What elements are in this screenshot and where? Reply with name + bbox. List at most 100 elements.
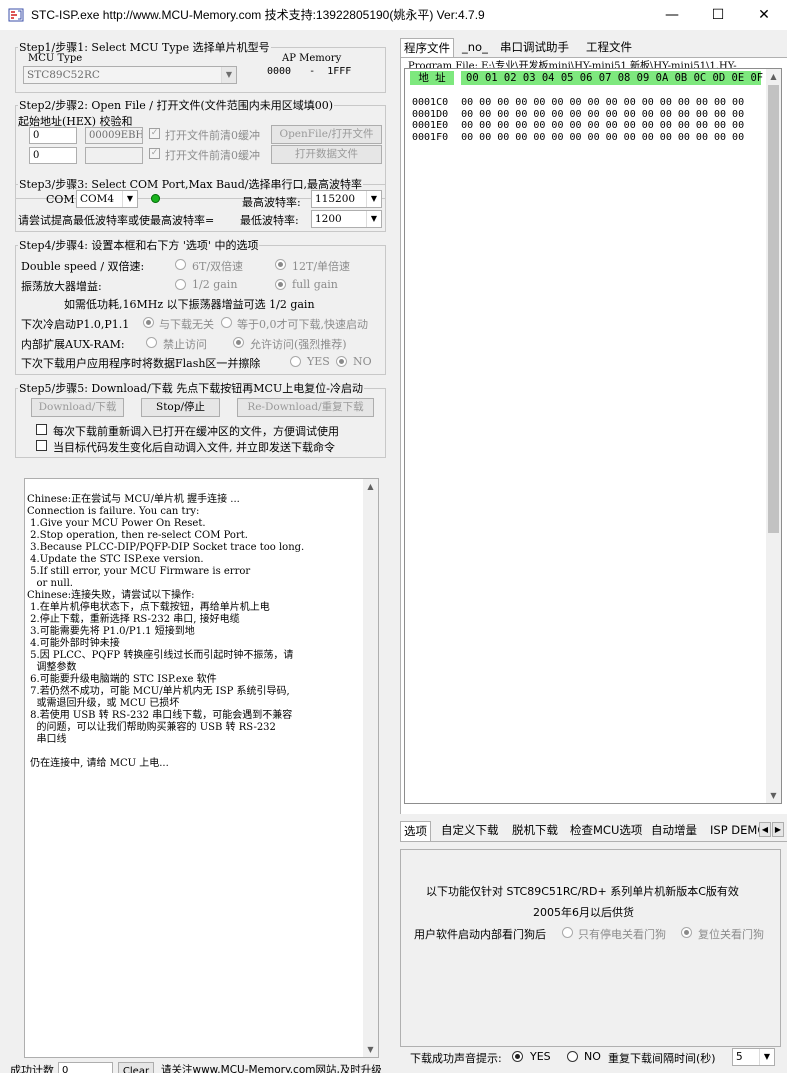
tab-check-mcu-options[interactable]: 检查MCU选项 (567, 821, 645, 841)
reload-before-download-label: 每次下载前重新调入已打开在缓冲区的文件，方便调试使用 (53, 425, 339, 438)
watchdog-label: 用户软件启动内部看门狗后 (414, 928, 546, 941)
chevron-down-icon: ▼ (221, 67, 236, 83)
radio-no-relation[interactable] (143, 317, 154, 328)
radio-reset-watchdog[interactable] (681, 927, 692, 938)
radio-disable-access[interactable] (146, 337, 157, 348)
log-line: 1.在单片机停电状态下，点下载按钮，再给单片机上电 (27, 602, 270, 613)
tab-isp-demo[interactable]: ISP DEMO (707, 821, 759, 841)
start-address-input-2[interactable]: 0 (29, 147, 77, 164)
log-scrollbar[interactable]: ▲ ▼ (363, 479, 378, 1057)
redownload-button[interactable]: Re-Download/重复下载 (237, 398, 374, 417)
radio-sound-no[interactable] (567, 1051, 578, 1062)
interval-select[interactable]: 5 ▼ (732, 1048, 775, 1066)
scrollbar-thumb[interactable] (768, 85, 779, 533)
log-line: 仍在连接中, 请给 MCU 上电... (27, 758, 169, 769)
maximize-icon: ☐ (711, 7, 725, 23)
opt-erase-no-label: NO (353, 355, 372, 368)
opt-6t-label: 6T/双倍速 (192, 260, 244, 273)
minimize-button[interactable]: — (649, 0, 695, 30)
tab-program-file[interactable]: 程序文件 (400, 38, 454, 58)
checksum-field-1: 00009EBH (85, 127, 143, 144)
tab-scroll-left-icon[interactable]: ◀ (759, 822, 771, 837)
open-data-file-button[interactable]: 打开数据文件 (271, 145, 382, 164)
log-line: Chinese:正在尝试与 MCU/单片机 握手连接 ... (27, 494, 240, 505)
hex-row-address: 0001C0 (412, 97, 449, 108)
log-line: 7.若仍然不成功，可能 MCU/单片机内无 ISP 系统引导码, (27, 686, 290, 697)
opt-full-gain-label: full gain (292, 278, 338, 291)
options-panel: 以下功能仅针对 STC89C51RC/RD+ 系列单片机新版本C版有效 2005… (400, 849, 781, 1047)
double-speed-label: Double speed / 双倍速: (21, 260, 145, 273)
hex-scrollbar[interactable]: ▲ ▼ (766, 69, 781, 803)
tab-project-file[interactable]: 工程文件 (583, 38, 635, 58)
radio-erase-no[interactable] (336, 356, 347, 367)
log-line: Connection is failure. You can try: (27, 506, 200, 517)
radio-allow-access[interactable] (233, 337, 244, 348)
clear-count-button[interactable]: Clear (118, 1062, 154, 1073)
opt-power-off-label: 只有停电关看门狗 (578, 928, 666, 941)
tab-scroll-right-icon[interactable]: ▶ (772, 822, 784, 837)
interval-value: 5 (736, 1051, 743, 1063)
radio-full-gain[interactable] (275, 279, 286, 290)
min-baud-select[interactable]: 1200 ▼ (311, 210, 382, 228)
mcu-type-select[interactable]: STC89C52RC ▼ (23, 66, 237, 84)
open-file-button[interactable]: OpenFile/打开文件 (271, 125, 382, 144)
com-port-value: COM4 (80, 193, 115, 205)
clear-buffer-label-2: 打开文件前清0缓冲 (165, 149, 260, 162)
log-line: 的问题，可以让我们帮助购买兼容的 USB 转 RS-232 (27, 722, 276, 733)
log-line: 8.若使用 USB 转 RS-232 串口线下载，可能会遇到不兼容 (27, 710, 293, 721)
max-baud-select[interactable]: 115200 ▼ (311, 190, 382, 208)
ap-memory-label: AP Memory (282, 53, 342, 64)
opt-erase-yes-label: YES (307, 355, 330, 368)
radio-sound-yes[interactable] (512, 1051, 523, 1062)
close-button[interactable]: ✕ (741, 0, 787, 30)
step5-legend: Step5/步骤5: Download/下载 先点下载按钮再MCU上电复位-冷启… (19, 382, 363, 395)
tab-offline-download[interactable]: 脱机下载 (509, 821, 561, 841)
log-output[interactable]: Chinese:正在尝试与 MCU/单片机 握手连接 ... Connection… (24, 478, 379, 1058)
chevron-down-icon: ▼ (122, 191, 137, 207)
log-line: 调整参数 (27, 662, 77, 673)
opt-reset-label: 复位关看门狗 (698, 928, 764, 941)
tab-custom-download[interactable]: 自定义下载 (438, 821, 502, 841)
status-bar-content: 成功计数 0 Clear 请关注www.MCU-Memory.com网站,及时升… (0, 1062, 397, 1073)
hex-row-bytes: 00 00 00 00 00 00 00 00 00 00 00 00 00 0… (461, 97, 745, 108)
log-line: 3.Because PLCC-DIP/PQFP-DIP Socket trace… (27, 542, 305, 553)
hex-rows: 0001C0 00 00 00 00 00 00 00 00 00 00 00 0… (412, 97, 744, 143)
aux-ram-label: 内部扩展AUX-RAM: (21, 338, 125, 351)
program-tabs: 程序文件 _no_ 串口调试助手 工程文件 (400, 38, 787, 58)
options-tabs: 选项 自定义下载 脱机下载 检查MCU选项 自动增量 ISP DEMO (400, 821, 787, 842)
radio-6t-double-speed[interactable] (175, 259, 186, 270)
stop-button[interactable]: Stop/停止 (141, 398, 220, 417)
scroll-down-icon[interactable]: ▼ (766, 788, 781, 803)
chevron-down-icon: ▼ (759, 1049, 774, 1065)
scroll-up-icon[interactable]: ▲ (766, 69, 781, 84)
download-button[interactable]: Download/下载 (31, 398, 124, 417)
tab-serial-assistant[interactable]: 串口调试助手 (497, 38, 572, 58)
clear-buffer-checkbox-1[interactable]: ✓ (149, 128, 160, 139)
radio-wait-zero[interactable] (221, 317, 232, 328)
maximize-button[interactable]: ☐ (695, 0, 741, 30)
com-port-select[interactable]: COM4 ▼ (76, 190, 138, 208)
clear-buffer-checkbox-2[interactable]: ✓ (149, 148, 160, 159)
scroll-up-icon[interactable]: ▲ (363, 479, 378, 494)
scroll-down-icon[interactable]: ▼ (363, 1042, 378, 1057)
auto-reload-checkbox[interactable] (36, 440, 47, 451)
radio-half-gain[interactable] (175, 279, 186, 290)
step4-legend: Step4/步骤4: 设置本框和右下方 '选项' 中的选项 (19, 239, 259, 252)
tab-no[interactable]: _no_ (459, 38, 491, 58)
ap-memory-range: 0000 - 1FFF (267, 66, 352, 77)
hex-view[interactable]: 地 址 00 01 02 03 04 05 06 07 08 09 0A 0B … (404, 68, 782, 804)
tab-auto-increment[interactable]: 自动增量 (648, 821, 700, 841)
tab-divider-bottom (400, 841, 787, 842)
radio-erase-yes[interactable] (290, 356, 301, 367)
tab-options[interactable]: 选项 (400, 821, 431, 841)
radio-power-off-watchdog[interactable] (562, 927, 573, 938)
reload-before-download-checkbox[interactable] (36, 424, 47, 435)
options-note-line2: 2005年6月以后供货 (533, 906, 634, 919)
start-address-input-1[interactable]: 0 (29, 127, 77, 144)
log-line: 5.If still error, your MCU Firmware is e… (27, 566, 251, 577)
radio-12t-single-speed[interactable] (275, 259, 286, 270)
com-label: COM: (46, 193, 79, 206)
hex-row: 0001D0 00 00 00 00 00 00 00 00 00 00 00 0… (412, 109, 744, 121)
opt-sound-yes-label: YES (530, 1050, 551, 1063)
website-notice: 请关注www.MCU-Memory.com网站,及时升级 (161, 1064, 382, 1073)
